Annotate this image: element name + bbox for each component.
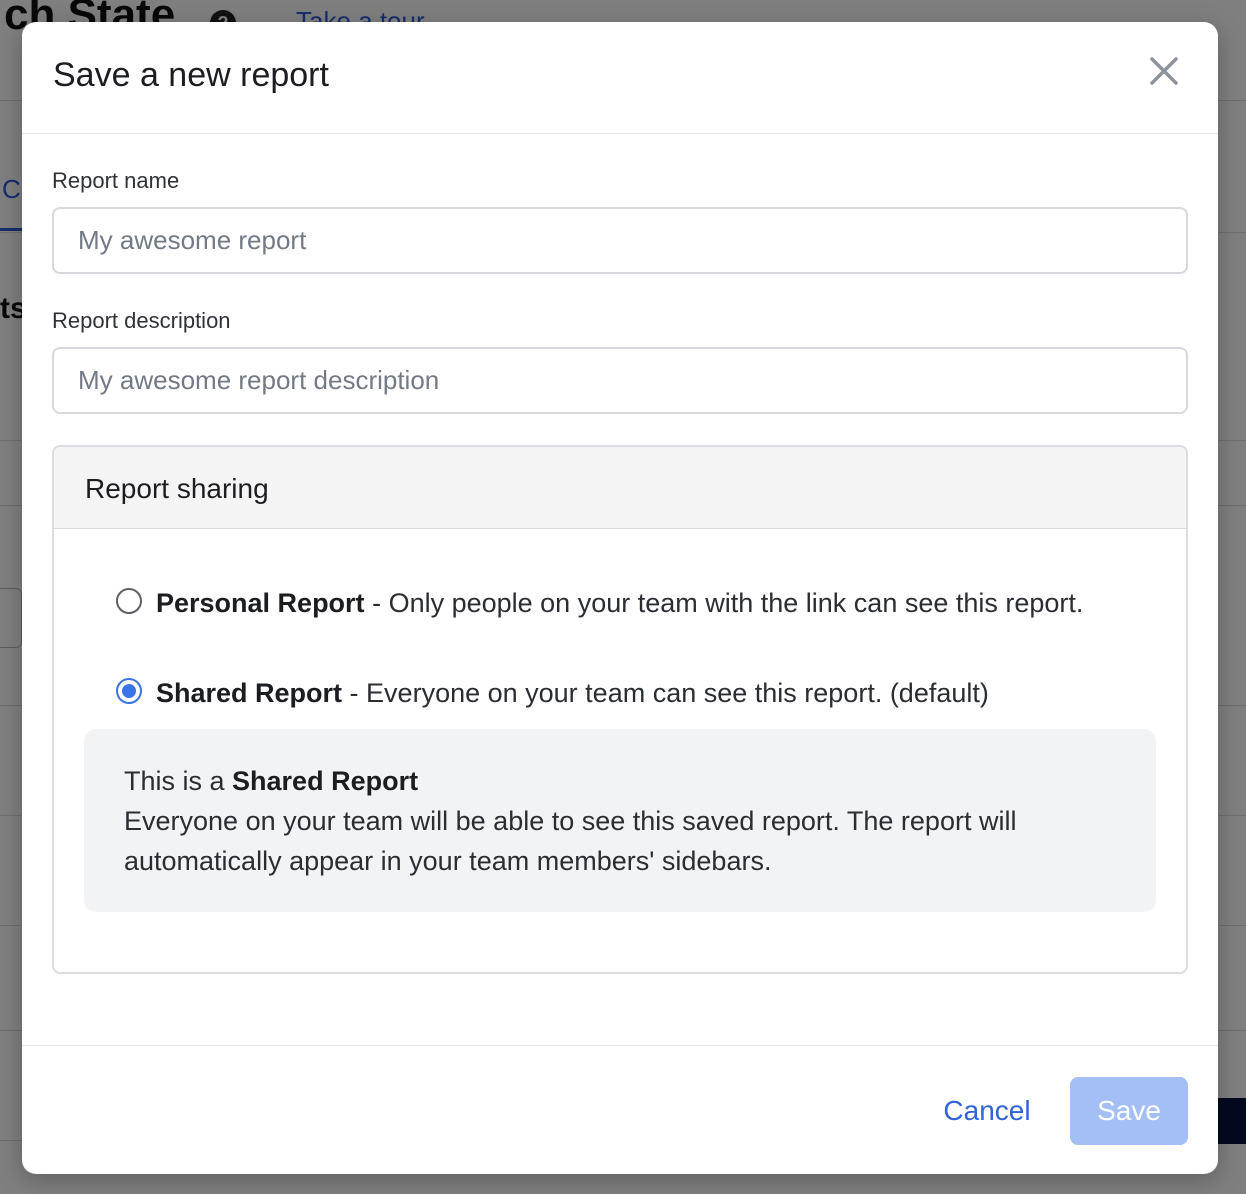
info-report-type: Shared Report xyxy=(232,766,419,796)
personal-report-label[interactable]: Personal Report - Only people on your te… xyxy=(156,583,1096,623)
option-separator: - xyxy=(364,588,389,618)
report-sharing-header: Report sharing xyxy=(54,447,1186,529)
report-description-label: Report description xyxy=(52,308,231,333)
save-button[interactable]: Save xyxy=(1070,1077,1188,1145)
report-name-input[interactable] xyxy=(52,207,1188,274)
personal-report-radio[interactable] xyxy=(116,588,142,614)
save-report-modal: Save a new report Report name Report des… xyxy=(22,22,1218,1174)
sharing-info-box: This is a Shared Report Everyone on your… xyxy=(84,729,1156,912)
report-name-label: Report name xyxy=(52,168,180,193)
sharing-info-text: This is a Shared Report Everyone on your… xyxy=(124,761,1124,881)
personal-report-description: Only people on your team with the link c… xyxy=(388,588,1084,618)
modal-footer-divider xyxy=(22,1045,1218,1046)
radio-option-personal[interactable]: Personal Report - Only people on your te… xyxy=(116,583,1116,665)
option-separator: - xyxy=(342,678,367,708)
shared-report-radio[interactable] xyxy=(116,678,142,704)
shared-report-label[interactable]: Shared Report - Everyone on your team ca… xyxy=(156,673,1096,713)
info-body: Everyone on your team will be able to se… xyxy=(124,806,1017,876)
cancel-button[interactable]: Cancel xyxy=(920,1078,1054,1144)
report-sharing-panel: Report sharing Personal Report - Only pe… xyxy=(52,445,1188,974)
info-prefix: This is a xyxy=(124,766,233,796)
close-button[interactable] xyxy=(1143,50,1185,92)
modal-header: Save a new report xyxy=(22,22,1218,134)
modal-title: Save a new report xyxy=(53,56,329,94)
report-description-input[interactable] xyxy=(52,347,1188,414)
shared-report-name: Shared Report xyxy=(156,678,343,708)
radio-option-shared[interactable]: Shared Report - Everyone on your team ca… xyxy=(116,673,1116,715)
shared-report-description: Everyone on your team can see this repor… xyxy=(366,678,989,708)
close-icon xyxy=(1150,57,1178,85)
personal-report-name: Personal Report xyxy=(156,588,365,618)
report-sharing-title: Report sharing xyxy=(85,473,269,504)
